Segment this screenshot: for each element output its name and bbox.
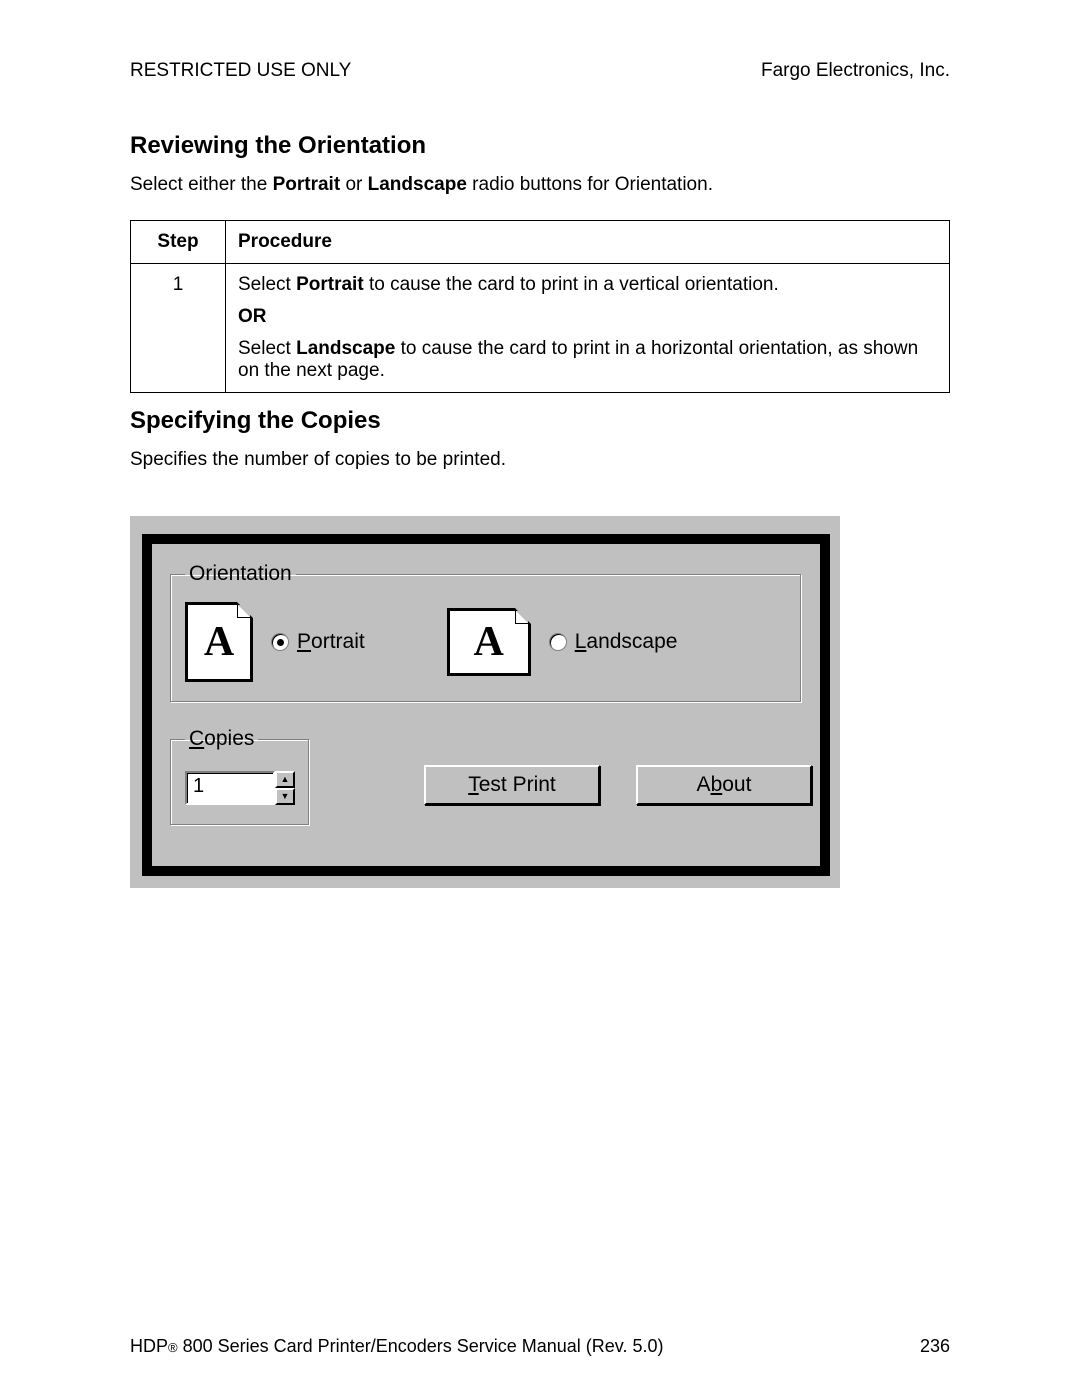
section-title-copies: Specifying the Copies — [130, 407, 950, 435]
header-left: RESTRICTED USE ONLY — [130, 60, 351, 82]
portrait-radio[interactable]: Portrait — [271, 630, 365, 654]
copies-spinner[interactable]: 1 ▲ ▼ — [185, 771, 295, 805]
portrait-page-icon: A — [185, 602, 253, 682]
about-button[interactable]: About — [636, 765, 812, 805]
radio-dot-icon — [549, 633, 567, 651]
copies-input[interactable]: 1 — [185, 771, 275, 805]
or-text: OR — [238, 306, 937, 328]
orientation-group: Orientation A Portrait A — [170, 562, 802, 703]
table-row: 1 Select Portrait to cause the card to p… — [131, 263, 950, 392]
copies-legend: Copies — [185, 727, 258, 751]
copies-group: Copies 1 ▲ ▼ — [170, 727, 310, 826]
test-print-button[interactable]: Test Print — [424, 765, 600, 805]
section-title-orientation: Reviewing the Orientation — [130, 132, 950, 160]
spin-up-icon[interactable]: ▲ — [275, 771, 295, 788]
landscape-page-icon: A — [447, 608, 531, 676]
th-step: Step — [131, 220, 226, 263]
footer-left: HDP® 800 Series Card Printer/Encoders Se… — [130, 1336, 664, 1357]
cell-step: 1 — [131, 263, 226, 392]
page-header: RESTRICTED USE ONLY Fargo Electronics, I… — [130, 60, 950, 82]
section1-intro: Select either the Portrait or Landscape … — [130, 172, 950, 198]
dialog-screenshot: Orientation A Portrait A — [130, 516, 840, 888]
orientation-legend: Orientation — [185, 562, 296, 586]
radio-dot-icon — [271, 633, 289, 651]
page-footer: HDP® 800 Series Card Printer/Encoders Se… — [130, 1336, 950, 1357]
th-procedure: Procedure — [226, 220, 950, 263]
procedure-table: Step Procedure 1 Select Portrait to caus… — [130, 220, 950, 393]
document-page: RESTRICTED USE ONLY Fargo Electronics, I… — [0, 0, 1080, 1397]
header-right: Fargo Electronics, Inc. — [761, 60, 950, 82]
landscape-radio[interactable]: Landscape — [549, 630, 678, 654]
page-number: 236 — [920, 1336, 950, 1357]
section2-intro: Specifies the number of copies to be pri… — [130, 447, 950, 473]
spin-down-icon[interactable]: ▼ — [275, 788, 295, 805]
cell-procedure: Select Portrait to cause the card to pri… — [226, 263, 950, 392]
dialog-inner: Orientation A Portrait A — [142, 534, 830, 876]
